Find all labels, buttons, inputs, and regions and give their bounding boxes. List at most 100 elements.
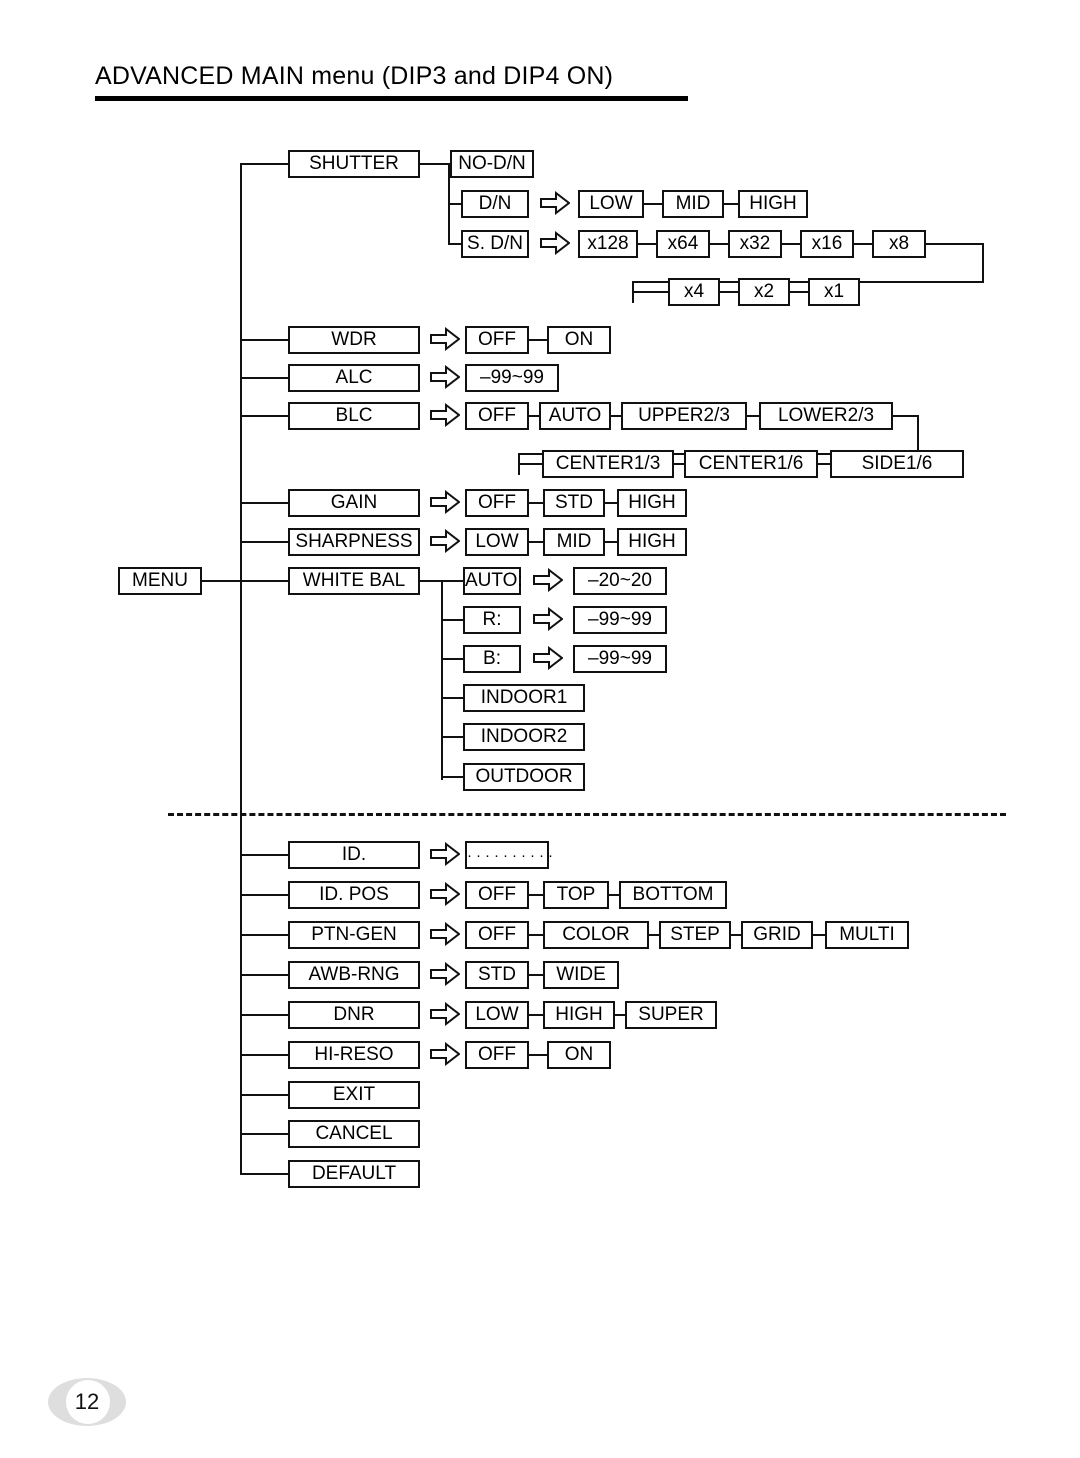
sdn-value-x32[interactable]: x32 — [728, 230, 782, 258]
menu-item-id-pos[interactable]: ID. POS — [288, 881, 420, 909]
sdn-value-x4[interactable]: x4 — [668, 278, 720, 306]
ptn-gen-value-step[interactable]: STEP — [659, 921, 731, 949]
menu-item-shutter[interactable]: SHUTTER — [288, 150, 420, 178]
right-arrow-icon — [430, 490, 460, 514]
ptn-gen-value-off[interactable]: OFF — [465, 921, 529, 949]
whitebal-auto-value[interactable]: –20~20 — [573, 567, 667, 595]
whitebal-option-auto[interactable]: AUTO: — [463, 567, 523, 595]
menu-root-box[interactable]: MENU — [118, 567, 202, 595]
branch-line-dnr — [240, 1014, 290, 1016]
ptn-gen-value-grid[interactable]: GRID — [741, 921, 813, 949]
branch-line-shutter — [240, 163, 290, 165]
ptn-gen-value-color[interactable]: COLOR — [543, 921, 649, 949]
gain-value-off[interactable]: OFF — [465, 489, 529, 517]
right-arrow-icon — [430, 403, 460, 427]
right-arrow-icon — [430, 922, 460, 946]
whitebal-r-value[interactable]: –99~99 — [573, 606, 667, 634]
whitebal-option-b[interactable]: B: — [463, 645, 521, 673]
sdn-value-x1[interactable]: x1 — [808, 278, 860, 306]
whitebal-option-outdoor[interactable]: OUTDOOR — [463, 763, 585, 791]
right-arrow-icon — [430, 842, 460, 866]
right-arrow-icon — [540, 231, 570, 255]
blc-value-lower[interactable]: LOWER2/3 — [759, 402, 893, 430]
whitebal-option-indoor2[interactable]: INDOOR2 — [463, 723, 585, 751]
page-number-badge: 12 — [48, 1378, 126, 1426]
blc-value-center13[interactable]: CENTER1/3 — [542, 450, 674, 478]
menu-item-cancel[interactable]: CANCEL — [288, 1120, 420, 1148]
right-arrow-icon — [540, 191, 570, 215]
gain-value-std[interactable]: STD — [543, 489, 605, 517]
id-pos-value-off[interactable]: OFF — [465, 881, 529, 909]
shutter-dn-value-high[interactable]: HIGH — [738, 190, 808, 218]
sdn-link-0 — [636, 243, 658, 245]
menu-item-wdr[interactable]: WDR — [288, 326, 420, 354]
branch-line-ptn-gen — [240, 934, 290, 936]
blc-value-auto[interactable]: AUTO — [539, 402, 611, 430]
shutter-dn-value-mid[interactable]: MID — [662, 190, 724, 218]
dnr-value-low[interactable]: LOW — [465, 1001, 529, 1029]
menu-item-default[interactable]: DEFAULT — [288, 1160, 420, 1188]
wb-line-2 — [441, 658, 465, 660]
sdn-link-2 — [780, 243, 802, 245]
menu-item-id[interactable]: ID. — [288, 841, 420, 869]
right-arrow-icon — [533, 568, 563, 592]
right-arrow-icon — [430, 1002, 460, 1026]
whitebal-b-value[interactable]: –99~99 — [573, 645, 667, 673]
blc-value-upper[interactable]: UPPER2/3 — [621, 402, 747, 430]
shutter-option-dn[interactable]: D/N — [461, 190, 529, 218]
id-pos-value-top[interactable]: TOP — [543, 881, 609, 909]
whitebal-option-r[interactable]: R: — [463, 606, 521, 634]
menu-item-sharpness[interactable]: SHARPNESS — [288, 528, 420, 556]
menu-item-hi-reso[interactable]: HI-RESO — [288, 1041, 420, 1069]
blc-wrap-top — [891, 415, 919, 417]
sharpness-value-high[interactable]: HIGH — [617, 528, 687, 556]
shutter-dn-value-low[interactable]: LOW — [578, 190, 644, 218]
wb-line-3 — [441, 697, 465, 699]
awb-rng-value-std[interactable]: STD — [465, 961, 529, 989]
sdn-wrap-in — [632, 291, 672, 293]
hi-reso-value-on[interactable]: ON — [547, 1041, 611, 1069]
branch-line-cancel — [240, 1133, 290, 1135]
branch-line-exit — [240, 1094, 290, 1096]
sharpness-value-mid[interactable]: MID — [543, 528, 605, 556]
menu-item-awb-rng[interactable]: AWB-RNG — [288, 961, 420, 989]
shutter-option-sdn[interactable]: S. D/N — [461, 230, 529, 258]
dnr-value-high[interactable]: HIGH — [543, 1001, 615, 1029]
menu-item-dnr[interactable]: DNR — [288, 1001, 420, 1029]
sdn-value-x2[interactable]: x2 — [738, 278, 790, 306]
shutter-option-no-dn[interactable]: NO-D/N — [450, 150, 534, 178]
menu-item-exit[interactable]: EXIT — [288, 1081, 420, 1109]
hi-reso-value-off[interactable]: OFF — [465, 1041, 529, 1069]
right-arrow-icon — [430, 1042, 460, 1066]
awb-rng-value-wide[interactable]: WIDE — [543, 961, 619, 989]
gain-value-high[interactable]: HIGH — [617, 489, 687, 517]
wb-line-4 — [441, 736, 465, 738]
sdn-value-x64[interactable]: x64 — [656, 230, 710, 258]
sdn-value-x16[interactable]: x16 — [800, 230, 854, 258]
menu-item-white-bal[interactable]: WHITE BAL — [288, 567, 420, 595]
wb-line-1 — [441, 619, 465, 621]
menu-item-blc[interactable]: BLC — [288, 402, 420, 430]
alc-value-range[interactable]: –99~99 — [465, 364, 559, 392]
menu-item-gain[interactable]: GAIN — [288, 489, 420, 517]
whitebal-option-indoor1[interactable]: INDOOR1 — [463, 684, 585, 712]
sdn-value-x8[interactable]: x8 — [872, 230, 926, 258]
id-value-placeholder[interactable]: ·········· — [465, 841, 553, 869]
section-separator — [168, 813, 1006, 816]
id-pos-value-bottom[interactable]: BOTTOM — [619, 881, 727, 909]
sdn-value-x128[interactable]: x128 — [578, 230, 638, 258]
branch-line-gain — [240, 502, 290, 504]
trunk-line — [240, 163, 242, 1173]
dnr-value-super[interactable]: SUPER — [625, 1001, 717, 1029]
menu-item-ptn-gen[interactable]: PTN-GEN — [288, 921, 420, 949]
blc-value-center16[interactable]: CENTER1/6 — [684, 450, 818, 478]
sharpness-value-low[interactable]: LOW — [465, 528, 529, 556]
wb-line-5 — [441, 776, 465, 778]
hireso-link-0 — [527, 1054, 549, 1056]
blc-value-off[interactable]: OFF — [465, 402, 529, 430]
ptn-gen-value-multi[interactable]: MULTI — [825, 921, 909, 949]
wdr-value-off[interactable]: OFF — [465, 326, 529, 354]
menu-item-alc[interactable]: ALC — [288, 364, 420, 392]
wdr-value-on[interactable]: ON — [547, 326, 611, 354]
blc-value-side16[interactable]: SIDE1/6 — [830, 450, 964, 478]
